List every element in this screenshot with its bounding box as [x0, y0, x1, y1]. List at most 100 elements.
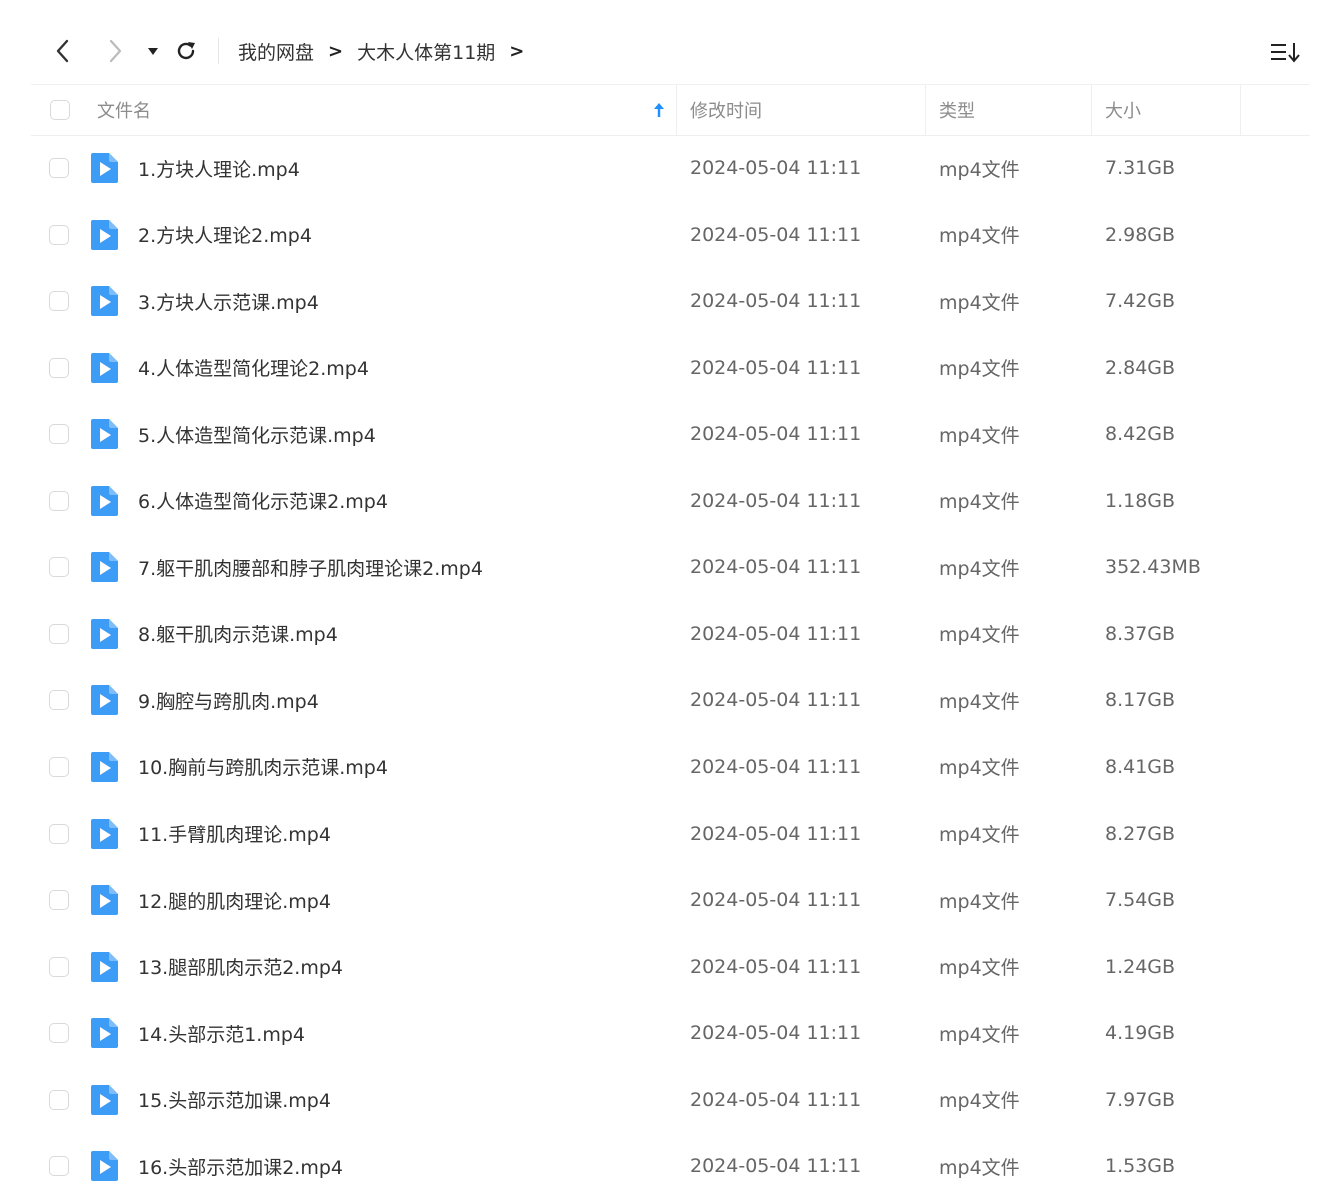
- video-file-icon: [91, 286, 118, 317]
- file-select-checkbox[interactable]: [49, 1156, 69, 1177]
- file-select-checkbox[interactable]: [49, 291, 69, 312]
- file-select-checkbox[interactable]: [49, 357, 69, 378]
- file-size: 8.27GB: [1105, 822, 1176, 845]
- file-row[interactable]: 7.躯干肌肉腰部和脖子肌肉理论课2.mp4 2024-05-04 11:11 mp4…: [31, 534, 1310, 600]
- refresh-button[interactable]: [171, 36, 201, 66]
- file-row[interactable]: 4.人体造型简化理论2.mp4 2024-05-04 11:11 mp4文件 2.84…: [31, 335, 1310, 401]
- file-size: 1.53GB: [1105, 1155, 1176, 1178]
- video-file-icon: [91, 219, 118, 250]
- file-name[interactable]: 5.人体造型简化示范课.mp4: [138, 401, 376, 467]
- file-row[interactable]: 5.人体造型简化示范课.mp4 2024-05-04 11:11 mp4文件 8.42…: [31, 401, 1310, 467]
- file-type: mp4文件: [939, 491, 1020, 514]
- column-header-type[interactable]: 类型: [939, 85, 975, 135]
- file-select-checkbox[interactable]: [49, 623, 69, 644]
- file-select-checkbox[interactable]: [49, 690, 69, 711]
- file-select-checkbox[interactable]: [49, 424, 69, 445]
- file-name[interactable]: 1.方块人理论.mp4: [138, 135, 300, 201]
- column-header-size[interactable]: 大小: [1105, 85, 1141, 135]
- file-size: 7.31GB: [1105, 157, 1176, 179]
- file-name[interactable]: 12.腿的肌肉理论.mp4: [138, 867, 331, 933]
- file-name[interactable]: 2.方块人理论2.mp4: [138, 202, 312, 268]
- file-row[interactable]: 11.手臂肌肉理论.mp4 2024-05-04 11:11 mp4文件 8.27GB: [31, 801, 1310, 867]
- file-row[interactable]: 9.胸腔与跨肌肉.mp4 2024-05-04 11:11 mp4文件 8.17GB: [31, 667, 1310, 733]
- file-name[interactable]: 11.手臂肌肉理论.mp4: [138, 801, 331, 867]
- breadcrumb-separator: >: [509, 40, 525, 62]
- column-divider[interactable]: [1240, 85, 1241, 135]
- file-select-checkbox[interactable]: [49, 890, 69, 911]
- file-row[interactable]: 8.躯干肌肉示范课.mp4 2024-05-04 11:11 mp4文件 8.37GB: [31, 601, 1310, 667]
- sort-list-icon[interactable]: [1268, 38, 1302, 66]
- column-divider[interactable]: [676, 85, 677, 135]
- file-type: mp4文件: [939, 624, 1020, 647]
- file-select-checkbox[interactable]: [49, 490, 69, 511]
- file-row[interactable]: 13.腿部肌肉示范2.mp4 2024-05-04 11:11 mp4文件 1.24G…: [31, 934, 1310, 1000]
- file-name[interactable]: 7.躯干肌肉腰部和脖子肌肉理论课2.mp4: [138, 534, 483, 600]
- video-file-icon: [91, 951, 118, 982]
- breadcrumb-item-root[interactable]: 我的网盘: [238, 38, 314, 65]
- file-row[interactable]: 3.方块人示范课.mp4 2024-05-04 11:11 mp4文件 7.42GB: [31, 268, 1310, 334]
- file-modified-time: 2024-05-04 11:11: [690, 489, 862, 512]
- file-modified-time: 2024-05-04 11:11: [690, 556, 862, 579]
- file-size: 8.37GB: [1105, 622, 1176, 645]
- file-modified-time: 2024-05-04 11:11: [690, 223, 862, 246]
- toolbar-divider: [218, 38, 219, 64]
- file-name[interactable]: 16.头部示范加课2.mp4: [138, 1133, 343, 1199]
- back-button[interactable]: [48, 36, 78, 66]
- file-select-checkbox[interactable]: [49, 823, 69, 844]
- video-file-icon: [91, 685, 118, 716]
- video-file-icon: [91, 1084, 118, 1115]
- file-modified-time: 2024-05-04 11:11: [690, 1155, 862, 1178]
- file-row[interactable]: 2.方块人理论2.mp4 2024-05-04 11:11 mp4文件 2.98GB: [31, 202, 1310, 268]
- file-modified-time: 2024-05-04 11:11: [690, 955, 862, 978]
- file-select-checkbox[interactable]: [49, 224, 69, 245]
- column-divider[interactable]: [925, 85, 926, 135]
- file-size: 7.54GB: [1105, 889, 1176, 912]
- column-divider[interactable]: [1091, 85, 1092, 135]
- file-name[interactable]: 13.腿部肌肉示范2.mp4: [138, 934, 343, 1000]
- file-modified-time: 2024-05-04 11:11: [690, 689, 862, 712]
- file-type: mp4文件: [939, 757, 1020, 780]
- file-modified-time: 2024-05-04 11:11: [690, 1022, 862, 1045]
- video-file-icon: [91, 352, 118, 383]
- file-size: 8.17GB: [1105, 689, 1176, 712]
- file-type: mp4文件: [939, 824, 1020, 846]
- file-name[interactable]: 6.人体造型简化示范课2.mp4: [138, 468, 388, 534]
- file-row[interactable]: 14.头部示范1.mp4 2024-05-04 11:11 mp4文件 4.19GB: [31, 1000, 1310, 1066]
- chevron-right-icon: [109, 39, 122, 63]
- file-row[interactable]: 12.腿的肌肉理论.mp4 2024-05-04 11:11 mp4文件 7.54GB: [31, 867, 1310, 933]
- file-name[interactable]: 3.方块人示范课.mp4: [138, 268, 319, 334]
- video-file-icon: [91, 885, 118, 916]
- file-select-checkbox[interactable]: [49, 557, 69, 578]
- file-modified-time: 2024-05-04 11:11: [690, 822, 862, 845]
- file-row[interactable]: 16.头部示范加课2.mp4 2024-05-04 11:11 mp4文件 1.53G…: [31, 1133, 1310, 1199]
- file-select-checkbox[interactable]: [49, 1089, 69, 1110]
- file-name[interactable]: 14.头部示范1.mp4: [138, 1000, 305, 1066]
- video-file-icon: [91, 552, 118, 583]
- column-header-name[interactable]: 文件名: [97, 85, 151, 135]
- select-all-checkbox[interactable]: [50, 100, 70, 120]
- file-size: 2.84GB: [1105, 356, 1176, 379]
- forward-button[interactable]: [100, 36, 130, 66]
- file-name[interactable]: 8.躯干肌肉示范课.mp4: [138, 601, 338, 667]
- file-type: mp4文件: [939, 1090, 1020, 1113]
- file-modified-time: 2024-05-04 11:11: [690, 622, 862, 645]
- file-name[interactable]: 4.人体造型简化理论2.mp4: [138, 335, 369, 401]
- file-row[interactable]: 1.方块人理论.mp4 2024-05-04 11:11 mp4文件 7.31GB: [31, 135, 1310, 201]
- file-type: mp4文件: [939, 1156, 1020, 1179]
- file-name[interactable]: 9.胸腔与跨肌肉.mp4: [138, 667, 319, 733]
- file-modified-time: 2024-05-04 11:11: [690, 889, 862, 912]
- breadcrumb-item-current-folder[interactable]: 大木人体第11期: [357, 38, 495, 65]
- file-select-checkbox[interactable]: [49, 158, 69, 178]
- file-row[interactable]: 6.人体造型简化示范课2.mp4 2024-05-04 11:11 mp4文件 1.1…: [31, 468, 1310, 534]
- file-name[interactable]: 10.胸前与跨肌肉示范课.mp4: [138, 734, 388, 800]
- file-row[interactable]: 10.胸前与跨肌肉示范课.mp4 2024-05-04 11:11 mp4文件 8.4…: [31, 734, 1310, 800]
- file-select-checkbox[interactable]: [49, 956, 69, 977]
- video-file-icon: [91, 1018, 118, 1049]
- file-row[interactable]: 15.头部示范加课.mp4 2024-05-04 11:11 mp4文件 7.97GB: [31, 1067, 1310, 1133]
- file-select-checkbox[interactable]: [49, 1023, 69, 1044]
- file-name[interactable]: 15.头部示范加课.mp4: [138, 1067, 331, 1133]
- column-header-modified[interactable]: 修改时间: [690, 85, 762, 135]
- file-select-checkbox[interactable]: [49, 756, 69, 777]
- file-size: 7.97GB: [1105, 1088, 1176, 1111]
- history-dropdown-button[interactable]: [138, 36, 168, 66]
